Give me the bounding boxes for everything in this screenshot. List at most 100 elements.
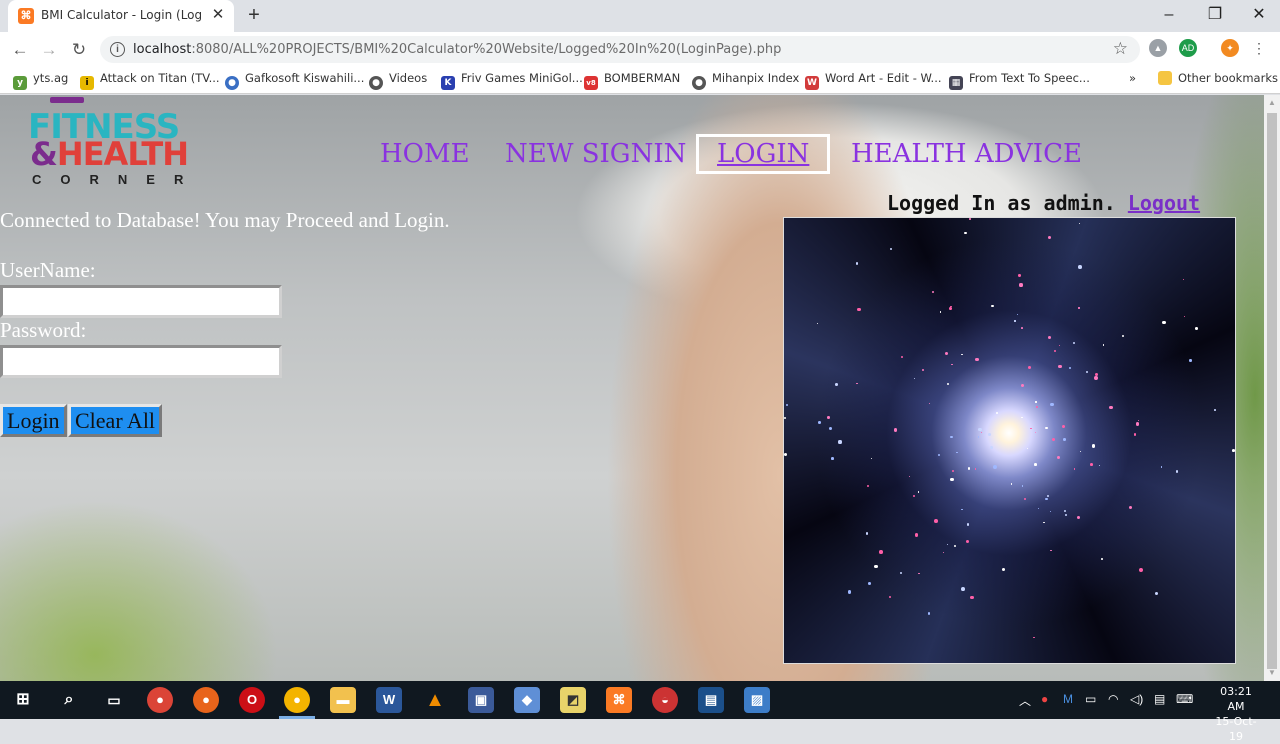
clock[interactable]: 03:21 AM 15-Oct-19 xyxy=(1210,684,1262,744)
bookmark-item[interactable]: i Attack on Titan (TV... xyxy=(80,71,220,90)
star-dot xyxy=(784,417,787,420)
word-icon[interactable]: W xyxy=(376,687,402,713)
star-dot xyxy=(918,572,920,575)
password-input[interactable] xyxy=(0,345,282,378)
nav-health-advice[interactable]: HEALTH ADVICE xyxy=(851,139,1082,169)
nav-home[interactable]: HOME xyxy=(380,139,470,169)
browser-tab[interactable]: ⌘ BMI Calculator - Login (Logged In ✕ xyxy=(8,0,234,32)
star-dot xyxy=(893,428,898,432)
star-dot xyxy=(1232,448,1235,452)
chrome-dev-icon[interactable]: ● xyxy=(284,687,310,713)
bookmark-item[interactable]: ● Gafkosoft Kiswahili... xyxy=(225,71,364,90)
bookmark-item[interactable]: v8 BOMBERMAN xyxy=(584,71,680,90)
star-dot xyxy=(1050,402,1055,407)
photos-icon[interactable]: ▨ xyxy=(744,687,770,713)
ide-icon[interactable]: ▤ xyxy=(698,687,724,713)
site-logo[interactable]: FITNESS &HEALTH CORNER xyxy=(28,95,218,189)
bookmarks-overflow-icon[interactable]: » xyxy=(1129,71,1136,85)
globe-icon: ● xyxy=(692,76,706,90)
restore-icon[interactable]: ❐ xyxy=(1192,0,1238,30)
star-dot xyxy=(889,247,893,250)
star-dot xyxy=(1109,405,1113,409)
notification-icon[interactable]: ▤ xyxy=(1154,692,1165,706)
address-bar[interactable]: i localhost:8080/ALL%20PROJECTS/BMI%20Ca… xyxy=(100,36,1140,63)
star-dot xyxy=(947,382,950,385)
bookmark-item[interactable]: ▦ From Text To Speec... xyxy=(949,71,1090,90)
keyboard-icon[interactable]: ⌨ xyxy=(1176,692,1193,706)
tray-app-icon[interactable]: ● xyxy=(1041,692,1048,706)
task-view-icon[interactable]: ▭ xyxy=(101,687,127,713)
clear-all-button[interactable]: Clear All xyxy=(68,404,163,437)
bookmark-item[interactable]: ● Mihanpix Index xyxy=(692,71,799,90)
scroll-up-icon[interactable]: ▲ xyxy=(1264,95,1280,111)
xampp-icon[interactable]: ⌘ xyxy=(606,687,632,713)
notes-icon[interactable]: ◩ xyxy=(560,687,586,713)
star-dot xyxy=(855,261,859,265)
star-dot xyxy=(818,421,822,424)
firefox-icon[interactable]: ● xyxy=(193,687,219,713)
volume-icon[interactable]: ◁) xyxy=(1130,692,1143,706)
login-button[interactable]: Login xyxy=(0,404,67,437)
adblock-extension-icon[interactable]: AD xyxy=(1179,39,1197,57)
bookmark-item[interactable]: ● Videos xyxy=(369,71,427,90)
search-icon[interactable]: ⌕ xyxy=(56,687,82,713)
file-explorer-icon[interactable]: ▬ xyxy=(330,687,356,713)
star-dot xyxy=(901,355,904,358)
yts-icon: y xyxy=(13,76,27,90)
start-icon[interactable]: ⊞ xyxy=(10,687,36,713)
minimize-icon[interactable]: – xyxy=(1146,0,1192,30)
star-dot xyxy=(948,307,952,311)
tray-overflow-icon[interactable]: ︿ xyxy=(1019,692,1031,709)
extension-icon[interactable]: ✦ xyxy=(1221,39,1239,57)
bookmark-item[interactable]: K Friv Games MiniGol... xyxy=(441,71,583,90)
star-dot xyxy=(1035,431,1037,433)
star-dot xyxy=(974,468,977,470)
tray-malware-icon[interactable]: M xyxy=(1063,692,1073,706)
star-dot xyxy=(1026,448,1029,450)
back-icon[interactable]: ← xyxy=(9,39,31,61)
star-dot xyxy=(1078,265,1082,269)
star-dot xyxy=(857,307,861,312)
scroll-down-icon[interactable]: ▼ xyxy=(1264,665,1280,681)
scroll-thumb[interactable] xyxy=(1267,113,1277,669)
wifi-icon[interactable]: ◠ xyxy=(1108,692,1118,706)
imdb-icon: i xyxy=(80,76,94,90)
star-dot xyxy=(1122,335,1125,338)
battery-icon[interactable]: ▭ xyxy=(1085,692,1096,706)
star-dot xyxy=(1063,509,1066,512)
close-tab-icon[interactable]: ✕ xyxy=(208,5,228,25)
reload-icon[interactable]: ↻ xyxy=(68,39,90,61)
star-dot xyxy=(967,467,971,470)
forward-icon[interactable]: → xyxy=(38,39,60,61)
menu-icon[interactable]: ⋮ xyxy=(1250,39,1268,57)
network-app-icon[interactable]: ▣ xyxy=(468,687,494,713)
star-dot xyxy=(942,551,945,553)
bookmark-item[interactable]: W Word Art - Edit - W... xyxy=(805,71,942,90)
app-icon[interactable]: ◒ xyxy=(652,687,678,713)
star-dot xyxy=(1175,470,1179,474)
close-window-icon[interactable]: ✕ xyxy=(1236,0,1280,30)
star-dot xyxy=(978,427,983,432)
virtualbox-icon[interactable]: ◆ xyxy=(514,687,540,713)
star-dot xyxy=(990,304,994,308)
star-dot xyxy=(1022,485,1024,487)
other-bookmarks[interactable]: Other bookmarks xyxy=(1158,71,1278,85)
vertical-scrollbar[interactable]: ▲ ▼ xyxy=(1264,95,1280,681)
nav-new-signin[interactable]: NEW SIGNIN xyxy=(505,139,686,169)
logout-link[interactable]: Logout xyxy=(1128,191,1200,215)
opera-icon[interactable]: O xyxy=(239,687,265,713)
chrome-icon[interactable]: ● xyxy=(147,687,173,713)
star-dot xyxy=(1056,456,1061,460)
info-icon[interactable]: i xyxy=(110,42,125,57)
nav-login[interactable]: LOGIN xyxy=(696,134,831,174)
star-dot xyxy=(1043,521,1045,524)
bookmark-item[interactable]: y yts.ag xyxy=(13,71,68,90)
star-dot xyxy=(831,456,834,460)
star-dot xyxy=(970,595,974,600)
username-input[interactable] xyxy=(0,285,282,318)
drive-extension-icon[interactable]: ▲ xyxy=(1149,39,1167,57)
bookmark-star-icon[interactable]: ☆ xyxy=(1113,39,1128,59)
star-dot xyxy=(847,590,852,595)
vlc-icon[interactable]: ▲ xyxy=(422,687,448,713)
new-tab-icon[interactable]: + xyxy=(243,4,265,26)
